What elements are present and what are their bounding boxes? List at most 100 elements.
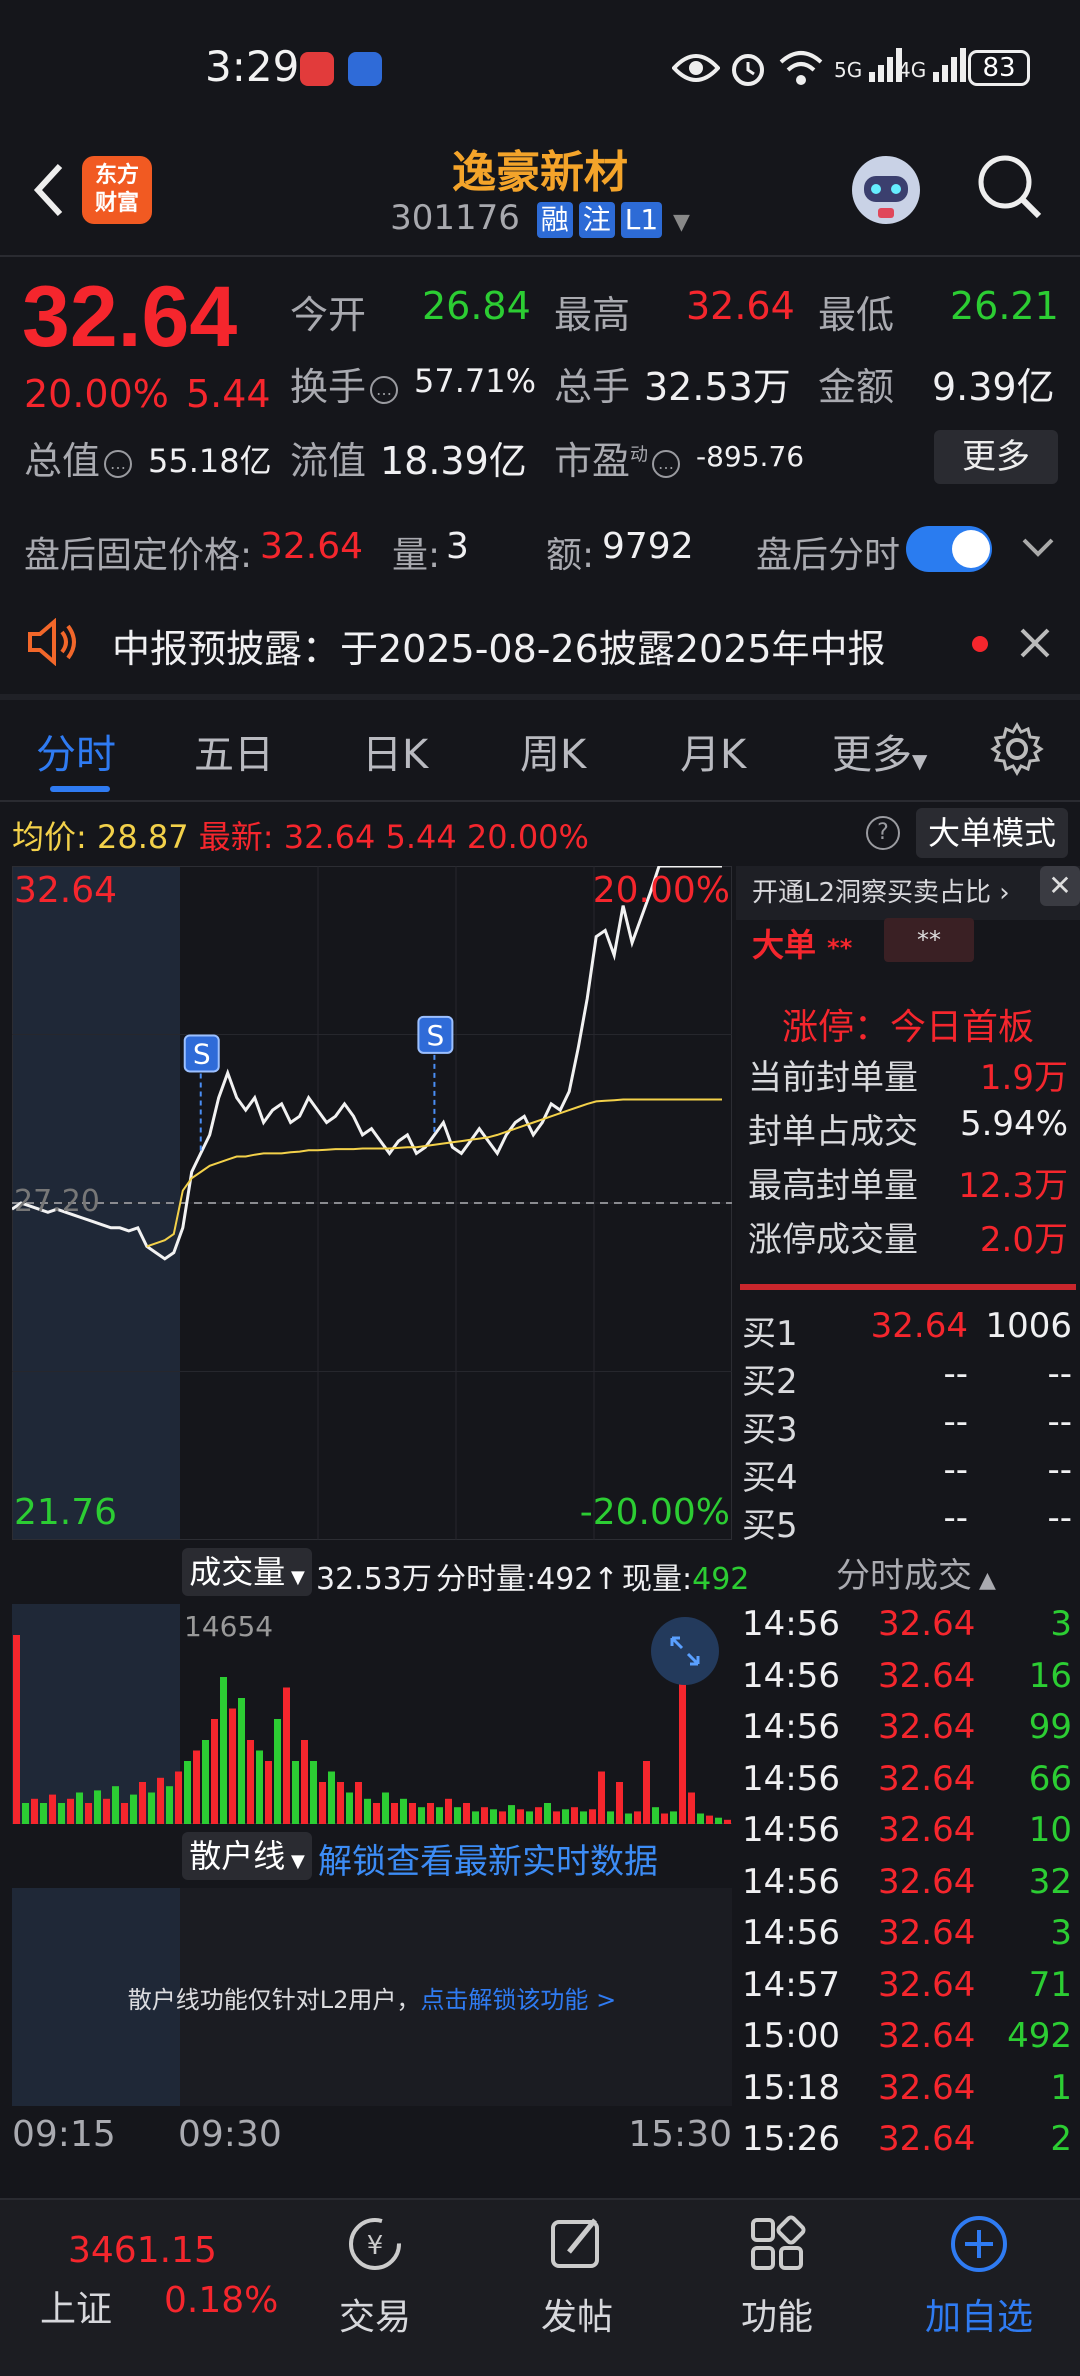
volume-bar [697,1813,704,1824]
tab-monthly-k[interactable]: 月K [680,722,746,780]
stock-code: 301176 [390,198,520,238]
tick-volume: 99 [1028,1707,1072,1747]
close-icon[interactable] [1018,626,1052,660]
volume-bar [544,1803,551,1824]
volume-bar [409,1803,416,1824]
caret-down-icon: ▼ [285,1567,305,1588]
battery-icon: 83 [968,50,1030,86]
volume-bar [337,1782,344,1824]
volume-bar [607,1811,614,1824]
volume-bar [148,1792,155,1824]
volume-chart[interactable] [12,1604,732,1824]
assistant-robot-icon[interactable] [846,150,926,230]
volume-bar [364,1798,371,1824]
turnover-label: 换手… [290,356,402,411]
limit-stat-value: 1.9万 [979,1058,1068,1098]
intraday-chart[interactable]: SS 32.64 20.00% 21.76 -20.00% 27.20 [12,866,732,1540]
volume-bar [688,1792,695,1824]
volume-bar [184,1761,191,1824]
l2-link[interactable]: 开通L2洞察买卖占比 › [752,872,1010,909]
low-value: 26.21 [950,284,1059,328]
caret-up-icon: ▲ [972,1568,996,1593]
tick-time: 14:56 [742,1655,840,1696]
bid-price: 32.64 [870,1306,968,1346]
volume-bar [103,1798,110,1824]
tick-time: 14:56 [742,1810,840,1850]
divider [0,255,1080,257]
chevron-down-icon[interactable] [1020,536,1056,560]
close-icon[interactable]: ✕ [1040,866,1080,906]
open-value: 26.84 [422,284,531,328]
unlock-feature-link[interactable]: 点击解锁该功能 > [420,1986,616,2014]
nav-trade-label: 交易 [338,2297,411,2338]
help-icon[interactable]: ? [866,816,900,850]
sell-marker-label: S [427,1019,445,1052]
volume-bar [22,1803,29,1824]
last-price: 32.64 [22,269,238,365]
nav-functions[interactable]: 功能 [702,2212,852,2340]
market-cap-label: 总值… [24,430,136,485]
volume-bar [193,1750,200,1824]
y-min-label: 21.76 [14,1492,118,1533]
wifi-icon [779,51,823,85]
add-watchlist-icon [951,2216,1007,2272]
info-icon[interactable]: … [370,375,399,404]
volume-bar [247,1740,254,1824]
volume-bar [535,1807,542,1824]
unlock-realtime-link[interactable]: 解锁查看最新实时数据 [318,1834,658,1883]
info-icon[interactable]: … [104,449,133,478]
tab-weekly-k[interactable]: 周K [520,722,586,780]
bid-label: 买4 [742,1458,798,1498]
turnover-label-text: 换手 [290,365,367,409]
gear-icon[interactable] [990,722,1044,776]
volume-bar [454,1807,461,1824]
volume-bar [508,1805,515,1824]
bid-label: 买1 [742,1314,798,1354]
more-button[interactable]: 更多 [934,430,1058,484]
latest-percent: 20.00% [466,818,589,856]
volume-bar [58,1803,65,1824]
volume-bar [400,1798,407,1824]
info-icon[interactable]: … [652,449,681,478]
ticks-title-text: 分时成交 [836,1556,972,1596]
search-icon[interactable] [975,152,1045,222]
retail-line-dropdown[interactable]: 散户线 ▼ [182,1832,312,1880]
afterhours-vol: 3 [446,526,469,567]
tab-timeshare[interactable]: 分时 [36,722,116,780]
volume-bar [517,1809,524,1824]
unread-dot [972,636,988,652]
nav-add-watchlist[interactable]: 加自选 [904,2212,1054,2340]
notice-text[interactable]: 中报预披露：于2025-08-26披露2025年中报 [112,618,886,673]
limit-up-title: 涨停：今日首板 [781,1007,1034,1048]
expand-icon[interactable] [650,1616,720,1686]
pe-value: -895.76 [696,440,805,473]
tab-more[interactable]: 更多▼ [832,722,927,780]
volume-dropdown-label: 成交量 [189,1553,286,1591]
big-order-mode-button[interactable]: 大单模式 [916,808,1068,858]
low-label: 最低 [818,293,895,337]
nav-post[interactable]: 发帖 [502,2212,652,2340]
big-order-masked: ** [827,934,853,962]
tick-volume: 71 [1028,1964,1072,2005]
tab-daily-k[interactable]: 日K [362,722,428,780]
time-label-close: 15:30 [628,2114,732,2155]
nav-trade[interactable]: ¥ 交易 [300,2212,450,2340]
volume-bar [49,1794,56,1824]
volume-bar [355,1782,362,1824]
svg-text:¥: ¥ [367,2231,384,2261]
ticks-title[interactable]: 分时成交 ▲ [836,1548,996,1597]
volume-bar [670,1811,677,1824]
tab-five-day[interactable]: 五日 [194,722,274,780]
tick-price: 32.64 [878,1861,976,1902]
pct-min-label: -20.00% [579,1492,730,1533]
cur-value: 492 [692,1562,750,1597]
bid-volume: -- [1047,1450,1072,1490]
post-icon [551,2218,599,2268]
volume-bar [40,1803,47,1824]
volume-bar [571,1807,578,1824]
volume-dropdown[interactable]: 成交量 ▼ [182,1548,312,1596]
volume-bar [76,1792,83,1824]
volume-total: 32.53万 [316,1562,432,1597]
index-ticker[interactable]: 3461.15 上证 0.18% [24,2208,278,2358]
afterhours-amt-label: 额: [546,535,595,576]
